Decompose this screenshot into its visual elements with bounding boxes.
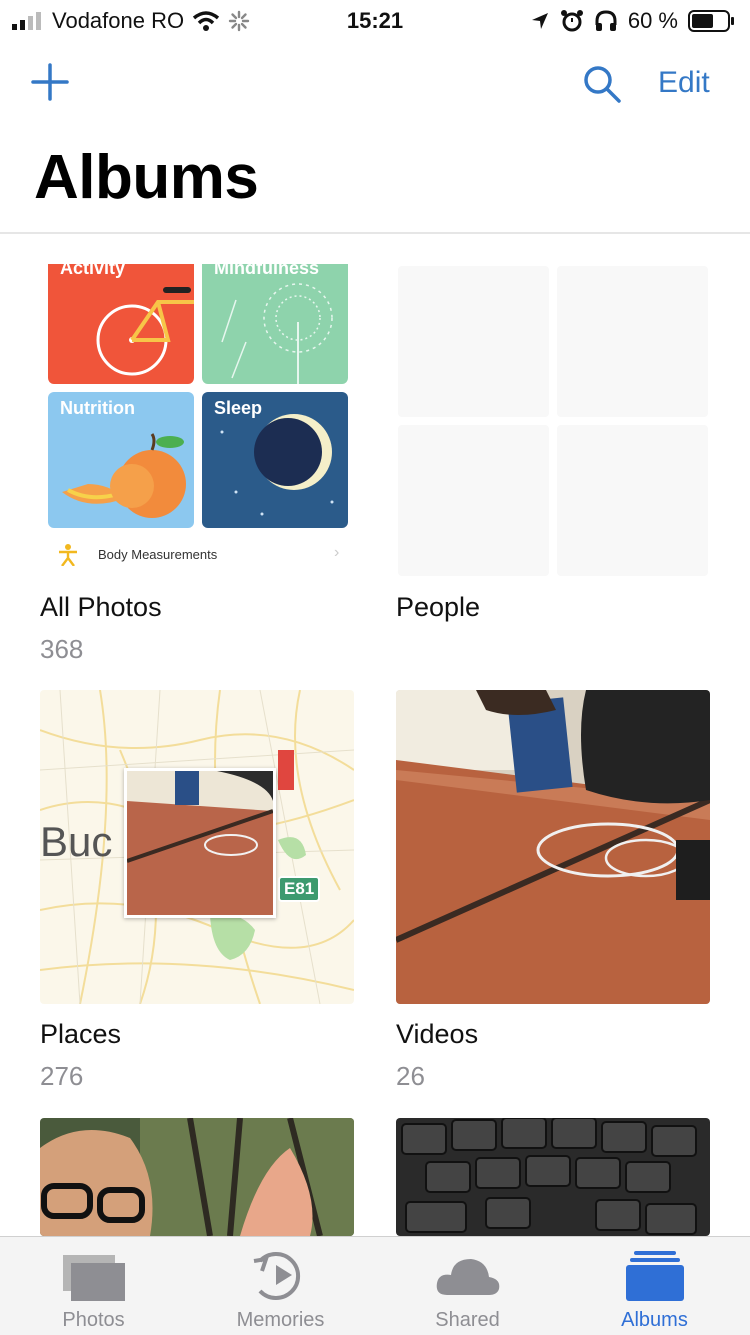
status-right: 60 % [530,8,736,34]
photos-icon [62,1255,125,1301]
headphones-icon [595,10,617,31]
album-selfies-partial[interactable] [40,1118,354,1236]
album-videos[interactable] [396,690,710,1004]
tab-label: Albums [621,1309,688,1331]
battery-icon [688,10,734,32]
tab-albums[interactable]: Albums [561,1237,748,1335]
peach-icon [62,433,186,518]
chevron-right-icon: › [334,544,340,561]
people-placeholder [398,266,549,417]
page-title: Albums [34,143,259,212]
edit-button[interactable]: Edit [658,66,710,100]
memories-icon [253,1252,300,1300]
keyboard-thumbnail [396,1118,710,1236]
people-placeholder [398,425,549,576]
album-name: Videos [396,1019,479,1049]
album-name: People [396,592,481,622]
alarm-icon [560,10,583,32]
map-road-badge: E81 [278,876,321,902]
add-album-button[interactable] [30,62,70,102]
album-all-photos[interactable]: Activity Mindfulness Nutrition Sleep Bod… [40,264,354,578]
header-divider [0,232,750,234]
dandelion-icon [221,283,333,384]
album-name: All Photos [40,592,162,622]
search-icon[interactable] [582,64,622,104]
status-bar: Vodafone RO 15:21 60 % [0,0,750,42]
album-count: 368 [40,634,84,664]
album-name: Places [40,1019,122,1049]
album-people[interactable] [396,264,710,578]
location-arrow-icon [531,13,548,29]
sleep-card: Sleep [202,392,348,528]
portrait-thumbnail [40,1118,354,1236]
video-thumbnail [396,690,710,1004]
people-placeholder [557,425,708,576]
album-screenshots-partial[interactable] [396,1118,710,1236]
album-count: 26 [396,1061,425,1091]
tab-photos[interactable]: Photos [0,1237,187,1335]
people-placeholder [557,266,708,417]
tab-shared[interactable]: Shared [374,1237,561,1335]
mindfulness-card: Mindfulness [202,264,348,384]
desk-photo-thumbnail [127,771,273,915]
body-measurements-label: Body Measurements [98,547,218,562]
body-figure-icon [59,544,77,566]
activity-card: Activity [48,264,194,384]
tab-label: Photos [62,1309,125,1331]
battery-percent: 60 % [627,8,678,33]
albums-icon [625,1251,684,1301]
tab-label: Memories [236,1309,325,1331]
nutrition-card: Nutrition [48,392,194,528]
album-count: 276 [40,1061,84,1091]
tab-label: Shared [435,1309,500,1331]
album-places[interactable]: Buc E81 [40,690,354,1004]
map-city-label: Buc [40,818,113,865]
cloud-icon [436,1259,499,1295]
tab-memories[interactable]: Memories [187,1237,374,1335]
bicycle-icon [96,287,194,376]
moon-icon [220,414,334,516]
tab-bar: Photos Memories Shared Albums [0,1236,750,1335]
map-photo-pin [124,768,276,918]
